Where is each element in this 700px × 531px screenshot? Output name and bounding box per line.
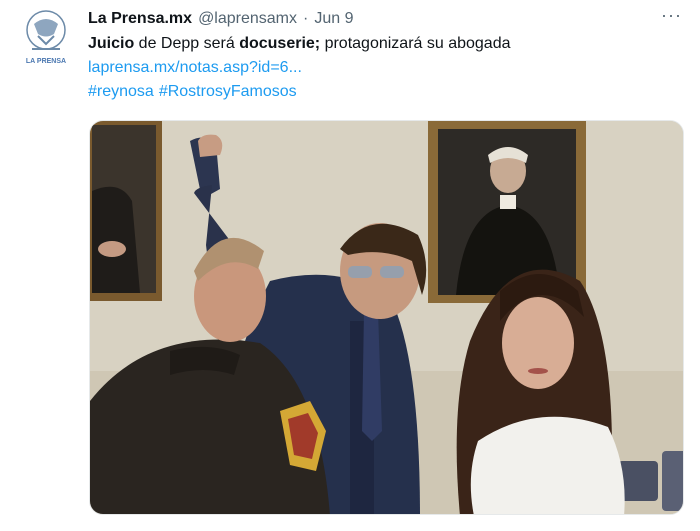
tweet-text-part-3: protagonizará su abogada: [320, 35, 511, 52]
tweet-photo[interactable]: [89, 120, 684, 515]
tweet-text-bold-2: docuserie;: [239, 35, 321, 52]
header-separator: ·: [303, 10, 309, 27]
tweet-link[interactable]: laprensa.mx/notas.asp?id=6...: [88, 59, 302, 76]
tweet-link-line: laprensa.mx/notas.asp?id=6...: [88, 56, 688, 80]
photo-illustration: [90, 121, 683, 514]
tweet-text: Juicio de Depp será docuserie; protagoni…: [88, 32, 688, 56]
tweet[interactable]: LA PRENSA ··· La Prensa.mx @laprensamx ·…: [0, 0, 700, 531]
tweet-header: La Prensa.mx @laprensamx · Jun 9: [88, 8, 688, 30]
tweet-content: La Prensa.mx @laprensamx · Jun 9 Juicio …: [88, 8, 688, 104]
hashtags: #reynosa #RostrosyFamosos: [88, 80, 688, 104]
tweet-text-bold-1: Juicio: [88, 35, 135, 52]
tweet-text-part-1: de Depp: [134, 35, 204, 52]
hashtag-rostrosyfamosos[interactable]: #RostrosyFamosos: [159, 80, 297, 104]
hashtag-reynosa[interactable]: #reynosa: [88, 80, 154, 104]
author-name[interactable]: La Prensa.mx: [88, 8, 192, 30]
author-avatar[interactable]: LA PRENSA: [20, 8, 72, 66]
left-portrait-frame: [90, 121, 162, 301]
tweet-date[interactable]: Jun 9: [314, 8, 353, 30]
author-handle[interactable]: @laprensamx: [198, 8, 297, 30]
avatar-text: LA PRENSA: [26, 58, 66, 65]
tweet-text-part-2: será: [203, 35, 240, 52]
